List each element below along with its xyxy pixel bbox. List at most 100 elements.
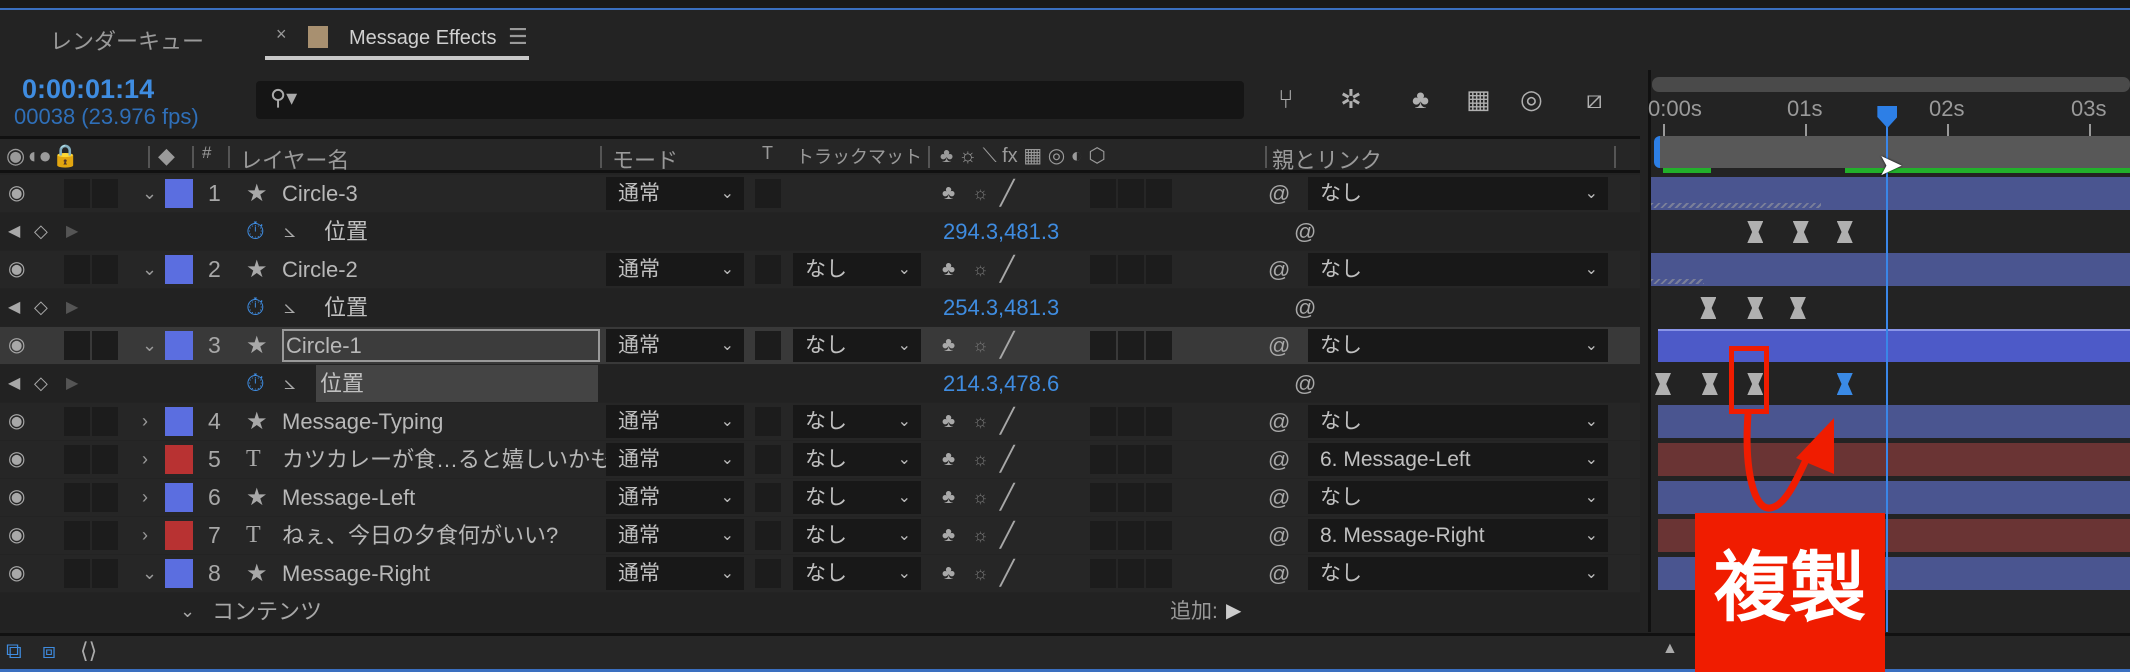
parent-dropdown[interactable]: なし ⌄ bbox=[1308, 329, 1608, 362]
layer-row[interactable]: ◉ ⌄ 1 ★ Circle-3 通常 ⌄ ♣ ☼ ╱ @ なし ⌄ bbox=[0, 175, 1640, 212]
pick-whip-icon[interactable]: @ bbox=[1268, 517, 1290, 554]
layer-name[interactable]: Message-Left bbox=[282, 479, 415, 516]
visibility-eye-icon[interactable]: ◉ bbox=[8, 441, 25, 478]
transfer-controls-toggle-icon[interactable]: ⧈ bbox=[42, 638, 56, 664]
visibility-eye-icon[interactable]: ◉ bbox=[8, 403, 25, 440]
collapse-switch-icon[interactable]: ☼ bbox=[972, 251, 989, 288]
quality-switch-icon[interactable]: ╱ bbox=[1000, 403, 1014, 440]
visibility-eye-icon[interactable]: ◉ bbox=[8, 517, 25, 554]
mode-dropdown[interactable]: 通常 ⌄ bbox=[606, 405, 744, 438]
label-color-swatch[interactable] bbox=[165, 559, 193, 588]
shy-layers-icon[interactable]: ♣ bbox=[1412, 84, 1429, 115]
quality-switch-icon[interactable]: ╱ bbox=[1000, 441, 1014, 478]
layer-switches-toggle-icon[interactable]: ⧉ bbox=[6, 638, 22, 664]
layer-switch-box[interactable] bbox=[1118, 559, 1144, 588]
shy-switch-icon[interactable]: ♣ bbox=[942, 327, 955, 364]
search-input[interactable]: ⚲▾ bbox=[256, 81, 1244, 119]
audio-switch[interactable] bbox=[64, 179, 90, 208]
quality-switch-icon[interactable]: ╱ bbox=[1000, 175, 1014, 212]
collapse-switch-icon[interactable]: ☼ bbox=[972, 403, 989, 440]
in-out-toggle-icon[interactable]: ⟨⟩ bbox=[80, 638, 97, 664]
layer-switch-box[interactable] bbox=[1090, 521, 1116, 550]
layer-row[interactable]: ◉ › 7 T ねぇ、今日の夕食何がいい? 通常 ⌄ なし ⌄ ♣ ☼ ╱ @8. Message-Ri… bbox=[0, 517, 1640, 554]
quality-switch-icon[interactable]: ╱ bbox=[1000, 251, 1014, 288]
position-value[interactable]: 254.3,481.3 bbox=[943, 289, 1059, 326]
quality-switch-icon[interactable]: ╱ bbox=[1000, 555, 1014, 592]
stopwatch-icon[interactable]: ⏱ bbox=[246, 289, 265, 326]
preserve-transparency-toggle[interactable] bbox=[755, 559, 781, 588]
layer-row[interactable]: ◉ › 5 T カツカレーが食…ると嬉しいかも。 通常 ⌄ なし ⌄ ♣ ☼ ╱ @6. Message… bbox=[0, 441, 1640, 478]
mode-dropdown[interactable]: 通常 ⌄ bbox=[606, 481, 744, 514]
graph-icon[interactable]: ⦣ bbox=[284, 289, 296, 326]
add-keyframe-icon[interactable]: ◇ bbox=[34, 213, 48, 250]
next-keyframe-icon[interactable]: ▶ bbox=[66, 289, 78, 326]
expand-chevron-icon[interactable]: ⌄ bbox=[142, 175, 157, 212]
audio-switch[interactable] bbox=[64, 445, 90, 474]
layer-switch-box[interactable] bbox=[1118, 483, 1144, 512]
zoom-out-icon[interactable]: ▲ bbox=[1662, 640, 1678, 658]
time-navigator[interactable] bbox=[1652, 77, 2130, 92]
layer-row[interactable]: ◉ ⌄ 2 ★ Circle-2 通常 ⌄ なし ⌄ ♣ ☼ ╱ @ なし ⌄ bbox=[0, 251, 1640, 288]
property-row[interactable]: ◀ ◇ ▶ ⏱ ⦣ 位置 254.3,481.3 @ bbox=[0, 289, 1640, 326]
track-matte-dropdown[interactable]: なし ⌄ bbox=[793, 557, 921, 590]
layer-name[interactable]: ねぇ、今日の夕食何がいい? bbox=[282, 517, 558, 554]
layer-switch-box[interactable] bbox=[1090, 483, 1116, 512]
label-color-swatch[interactable] bbox=[165, 445, 193, 474]
layer-switch-box[interactable] bbox=[1146, 521, 1172, 550]
layer-switch-box[interactable] bbox=[1146, 559, 1172, 588]
quality-switch-icon[interactable]: ╱ bbox=[1000, 517, 1014, 554]
solo-switch[interactable] bbox=[92, 331, 118, 360]
shy-switch-icon[interactable]: ♣ bbox=[942, 517, 955, 554]
shy-switch-icon[interactable]: ♣ bbox=[942, 403, 955, 440]
layer-name[interactable]: Message-Right bbox=[282, 555, 430, 592]
layer-duration-bar[interactable] bbox=[1658, 443, 2130, 476]
layer-switch-box[interactable] bbox=[1146, 331, 1172, 360]
solo-switch[interactable] bbox=[92, 445, 118, 474]
stopwatch-icon[interactable]: ⏱ bbox=[246, 213, 265, 250]
layer-name[interactable]: Circle-2 bbox=[282, 251, 358, 288]
layer-switch-box[interactable] bbox=[1090, 445, 1116, 474]
layer-duration-bar[interactable] bbox=[1658, 481, 2130, 514]
tab-render-queue[interactable]: レンダーキュー bbox=[50, 24, 204, 56]
shy-switch-icon[interactable]: ♣ bbox=[942, 175, 955, 212]
label-color-swatch[interactable] bbox=[165, 179, 193, 208]
parent-dropdown[interactable]: なし ⌄ bbox=[1308, 177, 1608, 210]
parent-dropdown[interactable]: なし ⌄ bbox=[1308, 253, 1608, 286]
layer-switch-box[interactable] bbox=[1090, 407, 1116, 436]
panel-menu-icon[interactable]: ☰ bbox=[508, 24, 528, 50]
position-value[interactable]: 214.3,478.6 bbox=[943, 365, 1059, 402]
solo-switch[interactable] bbox=[92, 483, 118, 512]
collapse-switch-icon[interactable]: ☼ bbox=[972, 175, 989, 212]
pick-whip-icon[interactable]: @ bbox=[1268, 441, 1290, 478]
preserve-transparency-toggle[interactable] bbox=[755, 255, 781, 284]
visibility-eye-icon[interactable]: ◉ bbox=[8, 479, 25, 516]
parent-dropdown[interactable]: なし ⌄ bbox=[1308, 557, 1608, 590]
parent-dropdown[interactable]: なし ⌄ bbox=[1308, 481, 1608, 514]
motion-blur-icon[interactable]: ◎ bbox=[1520, 84, 1543, 115]
expand-chevron-icon[interactable]: › bbox=[142, 403, 148, 440]
parent-dropdown[interactable]: 8. Message-Right ⌄ bbox=[1308, 519, 1608, 552]
tab-close-button[interactable]: × bbox=[276, 24, 287, 45]
property-row[interactable]: ◀ ◇ ▶ ⏱ ⦣ 位置 294.3,481.3 @ bbox=[0, 213, 1640, 250]
layer-name[interactable]: カツカレーが食…ると嬉しいかも。 bbox=[282, 441, 634, 478]
pick-whip-icon[interactable]: @ bbox=[1268, 175, 1290, 212]
parent-dropdown[interactable]: なし ⌄ bbox=[1308, 405, 1608, 438]
expand-chevron-icon[interactable]: › bbox=[142, 479, 148, 516]
layer-switch-box[interactable] bbox=[1146, 445, 1172, 474]
layer-switch-box[interactable] bbox=[1118, 331, 1144, 360]
layer-switch-box[interactable] bbox=[1146, 255, 1172, 284]
layer-row[interactable]: ◉ › 6 ★ Message-Left 通常 ⌄ なし ⌄ ♣ ☼ ╱ @ なし ⌄ bbox=[0, 479, 1640, 516]
expression-pick-whip-icon[interactable]: @ bbox=[1294, 289, 1316, 326]
expand-chevron-icon[interactable]: › bbox=[142, 441, 148, 478]
solo-switch[interactable] bbox=[92, 179, 118, 208]
collapse-switch-icon[interactable]: ☼ bbox=[972, 479, 989, 516]
graph-icon[interactable]: ⦣ bbox=[284, 213, 296, 250]
audio-switch[interactable] bbox=[64, 331, 90, 360]
pick-whip-icon[interactable]: @ bbox=[1268, 327, 1290, 364]
position-value[interactable]: 294.3,481.3 bbox=[943, 213, 1059, 250]
pick-whip-icon[interactable]: @ bbox=[1268, 251, 1290, 288]
previous-keyframe-icon[interactable]: ◀ bbox=[8, 365, 20, 402]
mode-dropdown[interactable]: 通常 ⌄ bbox=[606, 329, 744, 362]
pick-whip-icon[interactable]: @ bbox=[1268, 403, 1290, 440]
visibility-eye-icon[interactable]: ◉ bbox=[8, 555, 25, 592]
